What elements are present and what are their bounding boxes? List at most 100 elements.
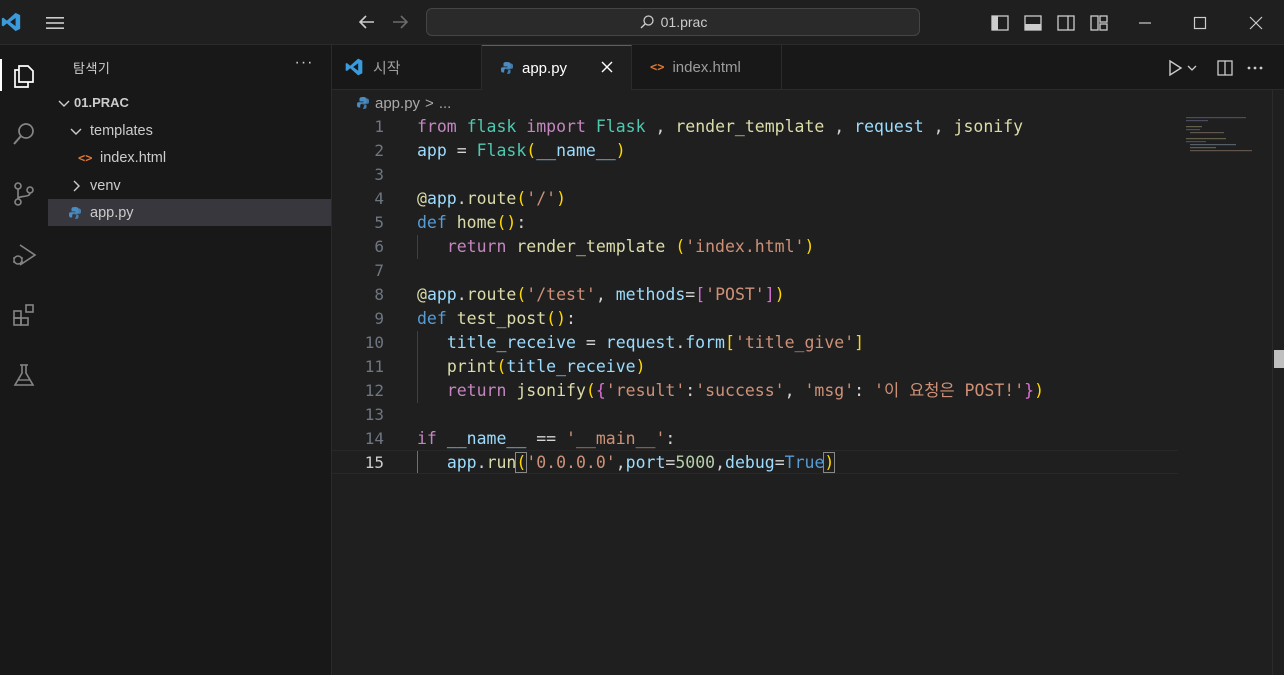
code-line: 11 print(title_receive) xyxy=(332,355,1178,379)
code-text: return render_template ('index.html') xyxy=(446,237,815,256)
run-debug-button[interactable] xyxy=(0,231,48,279)
code-editor[interactable]: 1 from flask import Flask , render_templa… xyxy=(332,115,1178,675)
maximize-button[interactable] xyxy=(1172,0,1228,45)
code-line: 9 def test_post(): xyxy=(332,307,1178,331)
vertical-scrollbar[interactable] xyxy=(1272,90,1284,675)
explorer-button[interactable] xyxy=(0,51,48,99)
line-number: 3 xyxy=(374,165,384,184)
code-line: 12 return jsonify({'result':'success', '… xyxy=(332,379,1178,403)
chevron-down-icon xyxy=(70,128,82,135)
breadcrumb-symbols[interactable]: ... xyxy=(439,95,452,112)
tree-item-label: venv xyxy=(90,177,121,194)
chevron-down-icon xyxy=(1187,65,1197,71)
breadcrumb: app.py > ... xyxy=(356,93,451,113)
html-file-icon: <> xyxy=(78,150,93,165)
testing-button[interactable] xyxy=(0,351,48,399)
toggle-primary-sidebar-icon[interactable] xyxy=(990,13,1010,33)
command-center-search[interactable]: 01.prac xyxy=(426,8,920,36)
more-editor-actions-button[interactable] xyxy=(1244,57,1266,79)
explorer-sidebar: 탐색기 ··· 01.PRAC templates <> index.html … xyxy=(48,45,332,675)
play-icon xyxy=(1169,59,1183,77)
line-number: 13 xyxy=(364,405,384,424)
code-text: app = Flask(__name__) xyxy=(417,141,626,160)
run-debug-icon xyxy=(13,244,37,266)
line-number: 14 xyxy=(364,429,384,448)
minimize-button[interactable] xyxy=(1117,0,1173,45)
line-number: 10 xyxy=(364,333,384,352)
tree-item-venv[interactable]: venv xyxy=(48,172,331,199)
vscode-logo-icon[interactable] xyxy=(0,11,22,33)
toggle-secondary-sidebar-icon[interactable] xyxy=(1056,13,1076,33)
close-tab-button[interactable] xyxy=(599,59,615,75)
chevron-down-icon xyxy=(58,100,70,107)
breadcrumb-separator: > xyxy=(425,94,434,112)
tab-index-html[interactable]: <> index.html xyxy=(632,45,782,89)
code-line-current: 15 app.run('0.0.0.0',port=5000,debug=Tru… xyxy=(332,450,1178,474)
search-text: 01.prac xyxy=(660,14,708,30)
line-number: 9 xyxy=(374,309,384,328)
code-text: def test_post(): xyxy=(417,309,576,328)
hamburger-menu-icon[interactable] xyxy=(44,12,66,34)
line-number: 1 xyxy=(374,117,384,136)
tree-item-templates[interactable]: templates xyxy=(48,117,331,144)
close-icon xyxy=(1249,16,1263,29)
tab-label: index.html xyxy=(672,58,741,76)
forward-arrow-icon[interactable] xyxy=(390,12,410,32)
code-line: 10 title_receive = request.form['title_g… xyxy=(332,331,1178,355)
workspace-root-folder[interactable]: 01.PRAC xyxy=(48,89,331,116)
scrollbar-cursor-marker xyxy=(1274,350,1284,368)
code-line: 8 @app.route('/test', methods=['POST']) xyxy=(332,283,1178,307)
tab-welcome[interactable]: 시작 xyxy=(332,45,482,89)
close-window-button[interactable] xyxy=(1228,0,1284,45)
python-icon xyxy=(357,97,369,109)
tree-item-label: index.html xyxy=(100,149,167,166)
tab-app-py[interactable]: app.py xyxy=(482,45,632,90)
minimap[interactable] xyxy=(1186,115,1256,155)
search-icon xyxy=(640,15,654,29)
split-editor-icon xyxy=(1217,60,1233,76)
tab-label: app.py xyxy=(522,59,568,77)
line-number: 11 xyxy=(364,357,384,376)
run-options-dropdown[interactable] xyxy=(1185,57,1199,79)
tree-item-index-html[interactable]: <> index.html xyxy=(48,144,331,171)
maximize-icon xyxy=(1193,16,1207,29)
code-line: 2 app = Flask(__name__) xyxy=(332,139,1178,163)
code-line: 3 xyxy=(332,163,1178,187)
code-text: return jsonify({'result':'success', 'msg… xyxy=(446,381,1045,400)
tree-item-label: app.py xyxy=(90,204,134,221)
more-actions-button[interactable]: ··· xyxy=(292,54,316,74)
code-line: 1 from flask import Flask , render_templa… xyxy=(332,115,1178,139)
code-line: 4 @app.route('/') xyxy=(332,187,1178,211)
line-number: 12 xyxy=(364,381,384,400)
code-text: title_receive = request.form['title_give… xyxy=(446,333,865,352)
files-icon xyxy=(14,65,34,88)
code-line: 13 xyxy=(332,403,1178,427)
source-control-button[interactable] xyxy=(0,170,48,218)
code-line: 5 def home(): xyxy=(332,211,1178,235)
line-number: 8 xyxy=(374,285,384,304)
tab-label: 시작 xyxy=(373,59,401,77)
tree-item-app-py[interactable]: app.py xyxy=(48,199,331,226)
code-text: def home(): xyxy=(417,213,527,232)
title-bar: 01.prac xyxy=(0,0,1284,45)
breadcrumb-file[interactable]: app.py xyxy=(375,95,420,112)
search-icon xyxy=(13,123,34,145)
editor-tabs: 시작 app.py <> index.html xyxy=(332,45,1284,90)
sidebar-title: 탐색기 xyxy=(73,61,111,76)
back-arrow-icon[interactable] xyxy=(357,12,377,32)
code-text: @app.route('/test', methods=['POST']) xyxy=(417,285,785,304)
code-text: app.run('0.0.0.0',port=5000,debug=True) xyxy=(446,452,836,473)
search-button[interactable] xyxy=(0,110,48,158)
extensions-button[interactable] xyxy=(0,291,48,339)
toggle-panel-icon[interactable] xyxy=(1023,13,1043,33)
vscode-icon xyxy=(345,58,363,76)
code-text: from flask import Flask , render_templat… xyxy=(417,117,1024,136)
customize-layout-icon[interactable] xyxy=(1089,13,1109,33)
line-number: 7 xyxy=(374,261,384,280)
chevron-right-icon xyxy=(73,180,80,191)
tree-item-label: templates xyxy=(90,122,153,139)
root-folder-label: 01.PRAC xyxy=(74,95,129,110)
split-editor-button[interactable] xyxy=(1214,57,1236,79)
python-file-icon xyxy=(69,206,81,219)
run-python-file-button[interactable] xyxy=(1164,57,1186,79)
